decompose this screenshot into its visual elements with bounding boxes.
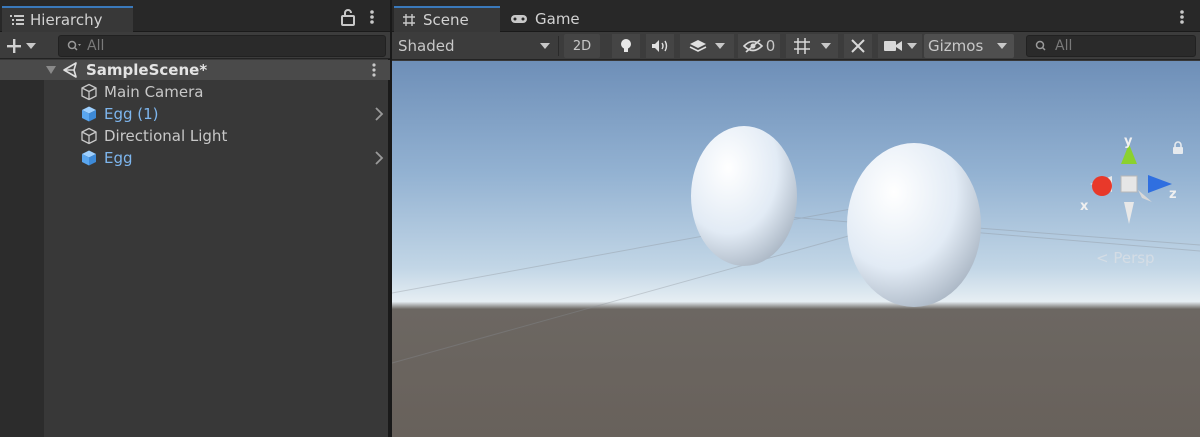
prefab-icon	[82, 106, 96, 122]
gizmo-x-axis-cone[interactable]	[1092, 176, 1112, 196]
scene-lighting-toggle[interactable]	[612, 34, 640, 58]
tools-icon	[851, 39, 865, 53]
gamepad-icon	[511, 15, 527, 23]
hierarchy-toolbar: All	[0, 32, 390, 59]
gizmo-label-y: y	[1124, 136, 1133, 149]
hierarchy-panel: Hierarchy All SampleScene* Main Camera E…	[0, 0, 390, 437]
chevron-right-icon[interactable]	[374, 151, 384, 165]
unity-scene-icon	[63, 62, 77, 78]
gizmos-dropdown[interactable]: Gizmos	[924, 34, 1014, 58]
lightbulb-icon	[621, 39, 631, 52]
hidden-object-count: 0	[765, 37, 776, 55]
gizmos-label: Gizmos	[928, 37, 984, 55]
scene-audio-toggle[interactable]	[646, 34, 674, 58]
speaker-icon	[652, 40, 668, 52]
scene-viewport[interactable]: y z x < Persp	[392, 61, 1200, 437]
hierarchy-tab-bar: Hierarchy	[0, 0, 390, 32]
hierarchy-item-main-camera[interactable]: Main Camera	[44, 81, 390, 103]
component-tools-toggle[interactable]	[844, 34, 872, 58]
hierarchy-item-egg[interactable]: Egg	[44, 147, 390, 169]
tab-scene-label: Scene	[423, 11, 469, 29]
hierarchy-search-placeholder: All	[87, 38, 105, 54]
gameobject-icon	[81, 127, 97, 145]
chevron-down-icon	[715, 43, 725, 49]
chevron-down-icon	[997, 43, 1008, 49]
tab-game-label: Game	[535, 10, 580, 28]
tab-game[interactable]: Game	[502, 6, 592, 32]
scene-row[interactable]: SampleScene*	[0, 60, 390, 80]
projection-toggle[interactable]: < Persp	[1096, 249, 1155, 267]
toolbar-divider	[558, 36, 559, 56]
chevron-right-icon[interactable]	[374, 107, 384, 121]
hierarchy-search-input[interactable]: All	[58, 35, 386, 57]
scene-visibility-toggle[interactable]: 0	[738, 34, 780, 58]
hierarchy-gutter	[0, 60, 44, 437]
eye-slash-icon	[742, 39, 763, 53]
tab-hierarchy[interactable]: Hierarchy	[2, 6, 133, 32]
more-options-icon[interactable]	[368, 62, 380, 78]
gizmo-label-z: z	[1169, 187, 1177, 202]
hierarchy-item-label: Egg (1)	[104, 105, 159, 123]
shading-mode-label: Shaded	[398, 37, 455, 55]
hierarchy-item-label: Main Camera	[104, 83, 204, 101]
more-options-icon[interactable]	[366, 8, 378, 26]
camera-icon	[884, 41, 902, 51]
chevron-down-icon	[540, 43, 550, 49]
tab-hierarchy-label: Hierarchy	[30, 11, 103, 29]
lock-icon[interactable]	[1172, 141, 1184, 155]
scene-grid-icon	[403, 14, 415, 26]
grid-icon	[794, 38, 810, 54]
plus-icon	[7, 39, 21, 53]
scene-render	[392, 126, 1200, 364]
shading-mode-dropdown[interactable]: Shaded	[398, 34, 554, 58]
foldout-expanded-icon[interactable]	[46, 65, 56, 75]
more-options-icon[interactable]	[1176, 8, 1188, 26]
search-icon	[67, 40, 81, 51]
grid-dropdown[interactable]	[786, 34, 838, 58]
camera-settings-dropdown[interactable]	[878, 34, 922, 58]
egg-object[interactable]	[847, 143, 981, 307]
hierarchy-item-directional-light[interactable]: Directional Light	[44, 125, 390, 147]
hierarchy-list-icon	[10, 15, 24, 25]
2d-mode-label: 2D	[572, 38, 592, 54]
create-dropdown-button[interactable]	[6, 35, 46, 57]
2d-mode-toggle[interactable]: 2D	[564, 34, 600, 58]
egg-1-object[interactable]	[691, 126, 797, 266]
hierarchy-item-label: Directional Light	[104, 127, 228, 145]
hierarchy-item-egg-1[interactable]: Egg (1)	[44, 103, 390, 125]
chevron-down-icon	[821, 43, 831, 49]
layers-effects-icon	[689, 40, 707, 52]
chevron-down-icon	[26, 43, 36, 49]
gizmo-neg-y-cone	[1124, 202, 1134, 224]
scene-search-placeholder: All	[1055, 38, 1073, 54]
tab-scene[interactable]: Scene	[394, 6, 500, 32]
chevron-down-icon	[907, 43, 917, 49]
gameobject-icon	[81, 83, 97, 101]
scene-search-input[interactable]: All	[1026, 35, 1196, 57]
prefab-icon	[82, 150, 96, 166]
orientation-gizmo[interactable]: y z x	[1072, 136, 1182, 236]
effects-dropdown[interactable]	[680, 34, 734, 58]
gizmo-label-x: x	[1080, 199, 1089, 214]
scene-name: SampleScene*	[86, 61, 208, 79]
scene-view-panel: Scene Game Shaded 2D 0 Gizmos All y z x …	[392, 0, 1200, 437]
search-icon	[1035, 40, 1046, 51]
scene-toolbar: Shaded 2D 0 Gizmos All	[392, 32, 1200, 60]
gizmo-center-cube[interactable]	[1120, 175, 1138, 193]
scene-tab-bar: Scene Game	[392, 0, 1200, 32]
hierarchy-item-label: Egg	[104, 149, 133, 167]
lock-icon[interactable]	[340, 8, 356, 26]
